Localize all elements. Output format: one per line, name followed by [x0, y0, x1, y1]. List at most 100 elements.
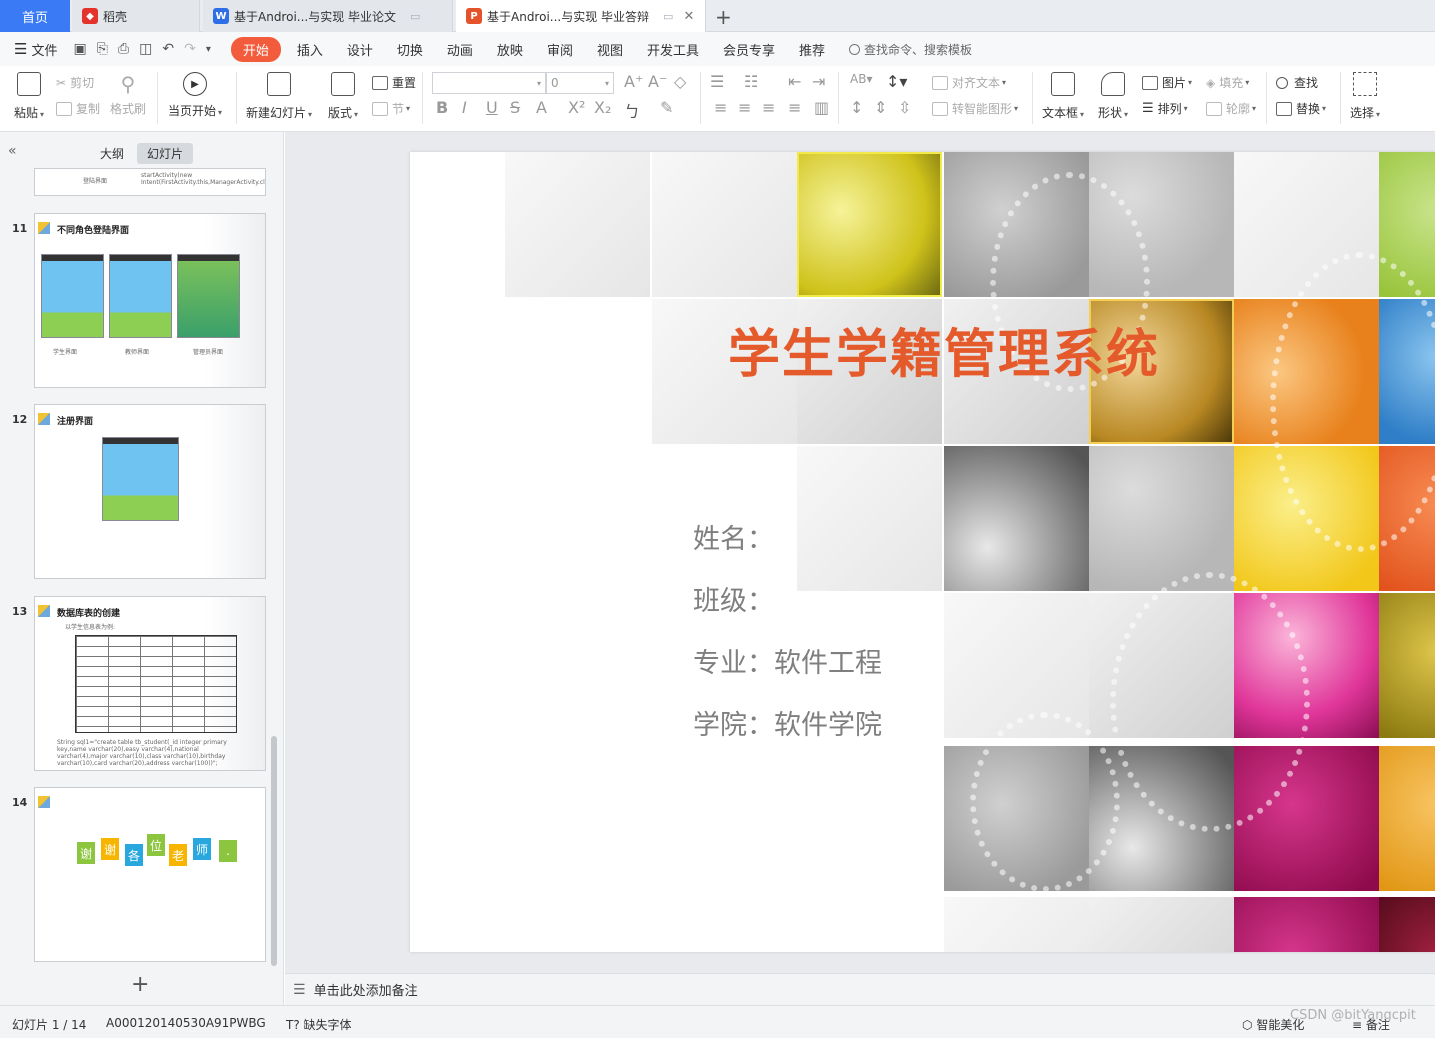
presentation-icon: P [466, 8, 482, 24]
font-color-icon[interactable]: A [536, 98, 547, 117]
tab-recommend[interactable]: 推荐 [799, 38, 825, 61]
redo-icon[interactable]: ↷ [184, 41, 196, 57]
columns-icon[interactable]: ⇳ [898, 98, 911, 117]
close-tab-icon[interactable]: ✕ [683, 9, 694, 24]
add-slide-plus-icon[interactable]: + [131, 972, 149, 997]
customize-toolbar-icon[interactable]: ▾ [206, 44, 211, 55]
file-menu[interactable]: ☰ 文件 [14, 40, 57, 59]
slide-title[interactable]: 学生学籍管理系统 [728, 312, 1160, 387]
format-painter-button[interactable]: ⚲ 格式刷 [110, 72, 146, 117]
collapse-panel-icon[interactable]: « [8, 143, 17, 159]
layout-button[interactable]: 版式 ▾ [328, 72, 358, 121]
shape-button[interactable]: 形状 ▾ [1098, 72, 1128, 121]
slide-counter: 幻灯片 1 / 14 [12, 1018, 87, 1032]
decrease-font-icon[interactable]: A⁻ [648, 72, 667, 91]
panel-scrollbar[interactable] [271, 736, 277, 966]
slide-thumbnail-14[interactable]: 谢 谢 各 位 老 师 . [34, 787, 266, 962]
bold-icon[interactable]: B [436, 98, 448, 117]
command-search[interactable]: 查找命令、搜索模板 [849, 41, 972, 58]
highlight-icon[interactable]: ✎ [660, 98, 673, 117]
tab-defense-ppt[interactable]: P 基于Androi...与实现 毕业答辩 ▭ ✕ [456, 0, 706, 32]
font-family-select[interactable]: ▾ [432, 72, 546, 94]
tab-animation[interactable]: 动画 [447, 38, 473, 61]
tab-view[interactable]: 视图 [597, 38, 623, 61]
reset-button[interactable]: 重置 [372, 74, 416, 91]
play-from-current-button[interactable]: ▶ 当页开始 ▾ [168, 72, 222, 119]
paste-icon [17, 72, 42, 96]
copy-icon [56, 101, 72, 116]
new-tab-plus-icon[interactable]: + [715, 5, 732, 29]
strikethrough-icon[interactable]: S [510, 98, 520, 117]
section-button[interactable]: 节 ▾ [372, 100, 410, 117]
file-menu-label: 文件 [31, 43, 58, 59]
current-slide[interactable]: 学生学籍管理系统 姓名： 班级： 专业：软件工程 学院：软件学院 [410, 152, 1435, 952]
italic-icon[interactable]: I [462, 98, 467, 117]
indent-increase-icon[interactable]: ⇥ [812, 72, 825, 91]
slide-thumbnail-11[interactable]: 不同角色登陆界面 学生界面 教师界面 管理员界面 [34, 213, 266, 388]
subscript-icon[interactable]: X₂ [594, 98, 611, 117]
tab-design[interactable]: 设计 [347, 38, 373, 61]
clear-format-icon[interactable]: ◇ [674, 72, 686, 91]
textbox-button[interactable]: 文本框 ▾ [1042, 72, 1084, 121]
tab-home[interactable]: 首页 [0, 0, 70, 32]
tab-review[interactable]: 审阅 [547, 38, 573, 61]
bg-tile [1089, 446, 1234, 591]
tab-home-ribbon[interactable]: 开始 [230, 36, 281, 62]
superscript-icon[interactable]: X² [568, 98, 585, 117]
thumb-background [205, 405, 265, 578]
copy-button[interactable]: 复制 [56, 100, 100, 117]
notes-pane[interactable]: ☰ 单击此处添加备注 [285, 973, 1435, 1005]
indent-decrease-icon[interactable]: ⇤ [788, 72, 801, 91]
align-center-icon[interactable]: ≡ [738, 98, 751, 117]
bullets-icon[interactable]: ☰ [710, 72, 724, 91]
sort-icon[interactable]: ↕▾ [886, 72, 907, 91]
class-line[interactable]: 班级： [693, 579, 774, 618]
increase-font-icon[interactable]: A⁺ [624, 72, 643, 91]
justify-icon[interactable]: ≡ [788, 98, 801, 117]
export-pdf-icon[interactable]: ⎘ [97, 41, 108, 57]
phonetic-icon[interactable]: ㄅ [624, 98, 640, 122]
print-icon[interactable]: ⎙ [118, 41, 129, 57]
align-right-icon[interactable]: ≡ [762, 98, 775, 117]
print-preview-icon[interactable]: ◫ [139, 41, 152, 57]
convert-smartart-button[interactable]: 转智能图形 ▾ [932, 100, 1018, 117]
arrange-button[interactable]: ☰ 排列 ▾ [1142, 100, 1188, 117]
underline-icon[interactable]: U [486, 98, 498, 117]
align-text-button[interactable]: 对齐文本 ▾ [932, 74, 1006, 91]
college-line[interactable]: 学院：软件学院 [693, 703, 882, 742]
new-slide-button[interactable]: 新建幻灯片 ▾ [246, 72, 312, 121]
text-direction-icon[interactable]: AB▾ [850, 72, 872, 86]
outline-button[interactable]: 轮廓 ▾ [1206, 100, 1256, 117]
slide-thumbnail-13[interactable]: 数据库表的创建 以学生信息表为例: String sql1="create ta… [34, 596, 266, 771]
align-left-icon[interactable]: ≡ [714, 98, 727, 117]
cut-button[interactable]: ✂ 剪切 [56, 74, 94, 91]
missing-font-button[interactable]: T? 缺失字体 [286, 1016, 352, 1033]
save-icon[interactable]: ▣ [73, 41, 86, 57]
tab-slideshow[interactable]: 放映 [497, 38, 523, 61]
major-line[interactable]: 专业：软件工程 [693, 641, 882, 680]
tab-transition[interactable]: 切换 [397, 38, 423, 61]
line-spacing-icon[interactable]: ↕ [850, 98, 863, 117]
fill-button[interactable]: ◈ 填充 ▾ [1206, 74, 1249, 91]
tab-member[interactable]: 会员专享 [723, 38, 775, 61]
select-button[interactable]: 选择 ▾ [1350, 72, 1380, 121]
replace-button[interactable]: 替换 ▾ [1276, 100, 1326, 117]
undo-icon[interactable]: ↶ [162, 41, 174, 57]
tab-outline[interactable]: 大纲 [90, 143, 134, 164]
tab-insert[interactable]: 插入 [297, 38, 323, 61]
font-size-select[interactable]: 0 ▾ [546, 72, 614, 94]
slide-thumbnail-10[interactable]: 登陆界面 startActivity(new Intent(FirstActiv… [34, 168, 266, 196]
template-id[interactable]: A000120140530A91PWBG [106, 1016, 266, 1030]
distribute-icon[interactable]: ▥ [814, 98, 829, 117]
numbering-icon[interactable]: ☷ [744, 72, 758, 91]
tab-developer[interactable]: 开发工具 [647, 38, 699, 61]
tab-docer[interactable]: ◆ 稻壳 [72, 0, 200, 32]
find-button[interactable]: 查找 [1276, 74, 1318, 91]
tab-slides[interactable]: 幻灯片 [137, 143, 194, 164]
slide-thumbnail-12[interactable]: 注册界面 [34, 404, 266, 579]
tab-thesis-doc[interactable]: W 基于Androi...与实现 毕业论文 ▭ [203, 0, 453, 32]
student-name-line[interactable]: 姓名： [693, 517, 774, 556]
paste-button[interactable]: 粘贴 ▾ [14, 72, 44, 121]
picture-button[interactable]: 图片 ▾ [1142, 74, 1192, 91]
para-spacing-icon[interactable]: ⇕ [874, 98, 887, 117]
